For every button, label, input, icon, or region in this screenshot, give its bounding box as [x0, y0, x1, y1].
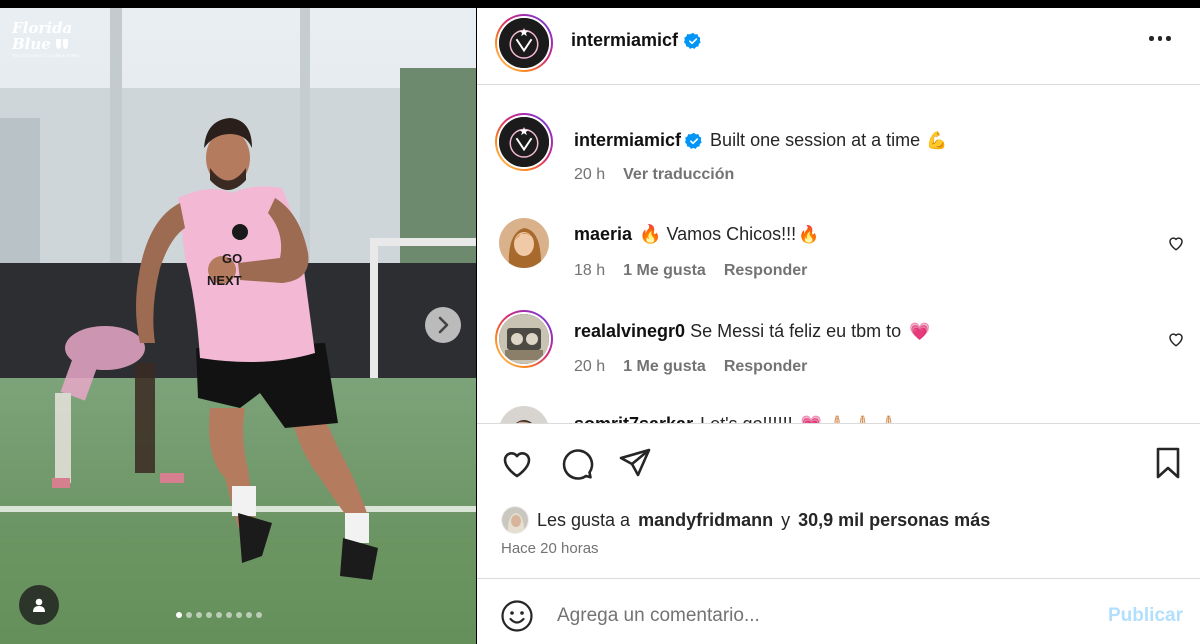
bcbs-shield-icon	[55, 39, 68, 49]
emoji-icon[interactable]	[500, 599, 534, 633]
user-tag-icon	[33, 598, 45, 612]
comment-username[interactable]: maeria	[574, 224, 632, 245]
post-actions: Les gusta a mandyfridmann y 30,9 mil per…	[477, 423, 1200, 578]
sponsor-line1: Florida	[12, 19, 73, 37]
author-username[interactable]: intermiamicf	[571, 30, 678, 51]
comment-icon[interactable]	[559, 445, 595, 481]
carousel-dot	[206, 612, 212, 618]
caption-meta: 20 h Ver traducción	[574, 166, 734, 184]
comment-text: Vamos Chicos!!!	[666, 224, 797, 244]
comment-input[interactable]	[557, 601, 1077, 631]
caption-time: 20 h	[574, 166, 606, 183]
sponsor-logo: Florida Blue Your local Blue Cross Blue …	[12, 20, 79, 59]
share-icon[interactable]	[617, 445, 653, 481]
verified-badge-icon	[685, 132, 702, 149]
comment-username[interactable]: somrit7sarkar	[574, 414, 693, 423]
carousel-dot	[246, 612, 252, 618]
inter-miami-crest-icon	[499, 117, 549, 167]
instagram-post-view: GO NEXT Florida Blue Your local Blue Cro…	[0, 0, 1200, 644]
post-comment-button[interactable]: Publicar	[1108, 605, 1183, 627]
commenter-avatar[interactable]	[499, 218, 549, 268]
comment-time: 20 h	[574, 358, 606, 375]
top-bar	[0, 0, 1200, 8]
comment-text: Se Messi tá feliz eu tbm to	[690, 321, 902, 341]
carousel-dot	[236, 612, 242, 618]
sponsor-tagline: Your local Blue Cross Blue Shield	[12, 53, 79, 58]
comment-text: Let's go!!!!!!	[700, 414, 793, 423]
more-options-button[interactable]	[1149, 36, 1171, 41]
fire-emoji: 🔥	[798, 224, 820, 244]
liker-username[interactable]: mandyfridmann	[638, 510, 773, 531]
heart-icon[interactable]	[499, 445, 535, 481]
commenter-avatar[interactable]	[495, 310, 553, 368]
verified-badge-icon	[684, 32, 701, 49]
likes-count-link[interactable]: 30,9 mil personas más	[798, 510, 990, 531]
comments-section[interactable]: intermiamicf Built one session at a time…	[477, 86, 1200, 423]
post-header: intermiamicf	[477, 8, 1200, 85]
flexed-biceps-emoji: 💪	[926, 130, 948, 150]
likes-conj: y	[781, 509, 791, 530]
post-media[interactable]: GO NEXT Florida Blue Your local Blue Cro…	[0, 8, 476, 644]
avatar-photo	[499, 218, 549, 268]
carousel-dot	[216, 612, 222, 618]
carousel-dot	[196, 612, 202, 618]
comment-time: 18 h	[574, 262, 606, 279]
likes-summary: Les gusta a mandyfridmann y 30,9 mil per…	[501, 506, 990, 534]
liker-avatar[interactable]	[501, 506, 529, 534]
fire-emoji: 🔥	[639, 224, 662, 244]
comment-username[interactable]: realalvinegr0	[574, 321, 685, 342]
commenter-avatar[interactable]	[499, 406, 549, 423]
sponsor-line2: Blue	[12, 35, 51, 53]
heart-icon[interactable]	[1167, 234, 1185, 252]
post-details-pane: intermiamicf intermiamicf Built one sess…	[477, 8, 1200, 644]
heart-icon[interactable]	[1167, 330, 1185, 348]
caption-text: Built one session at a time	[710, 130, 921, 150]
avatar-photo	[499, 406, 549, 423]
translate-link[interactable]: Ver traducción	[623, 166, 734, 184]
tagged-users-button[interactable]	[19, 585, 59, 625]
comment-text-row: realalvinegr0 Se Messi tá feliz eu tbm t…	[574, 321, 930, 342]
comment-text-row: maeria 🔥 Vamos Chicos!!! 🔥	[574, 224, 819, 245]
comment-text-row: somrit7sarkar Let's go!!!!!! 💗 🙏🏻 🙏🏻 🙏🏻	[574, 414, 899, 423]
carousel-dot	[256, 612, 262, 618]
caption: intermiamicf Built one session at a time…	[574, 130, 947, 151]
chevron-right-icon	[438, 316, 449, 334]
carousel-dot	[186, 612, 192, 618]
comment-meta: 18 h 1 Me gusta Responder	[574, 262, 807, 280]
carousel-next-button[interactable]	[425, 307, 461, 343]
avatar-photo	[502, 507, 528, 533]
avatar-photo	[499, 314, 549, 364]
bookmark-icon[interactable]	[1150, 445, 1186, 481]
post-timestamp[interactable]: Hace 20 horas	[501, 540, 599, 557]
comment-likes-link[interactable]: 1 Me gusta	[623, 358, 706, 376]
comment-likes-link[interactable]: 1 Me gusta	[623, 262, 706, 280]
inter-miami-crest-icon	[499, 18, 549, 68]
training-photo: GO NEXT	[0, 8, 476, 644]
carousel-indicator	[176, 612, 262, 618]
pink-heart-emoji: 💗	[909, 321, 931, 341]
carousel-dot	[176, 612, 182, 618]
likes-prefix: Les gusta a	[537, 509, 631, 530]
reply-button[interactable]: Responder	[724, 262, 808, 280]
author-avatar[interactable]	[495, 14, 553, 72]
shirt-text-next: NEXT	[207, 273, 242, 288]
caption-avatar[interactable]	[495, 113, 553, 171]
comment-meta: 20 h 1 Me gusta Responder	[574, 358, 807, 376]
more-icon	[1149, 36, 1154, 41]
shirt-text-go: GO	[222, 251, 242, 266]
carousel-dot	[226, 612, 232, 618]
caption-username[interactable]: intermiamicf	[574, 130, 681, 151]
comment-composer: Publicar	[477, 578, 1200, 644]
heart-prayer-emojis: 💗 🙏🏻 🙏🏻 🙏🏻	[801, 415, 900, 424]
reply-button[interactable]: Responder	[724, 358, 808, 376]
